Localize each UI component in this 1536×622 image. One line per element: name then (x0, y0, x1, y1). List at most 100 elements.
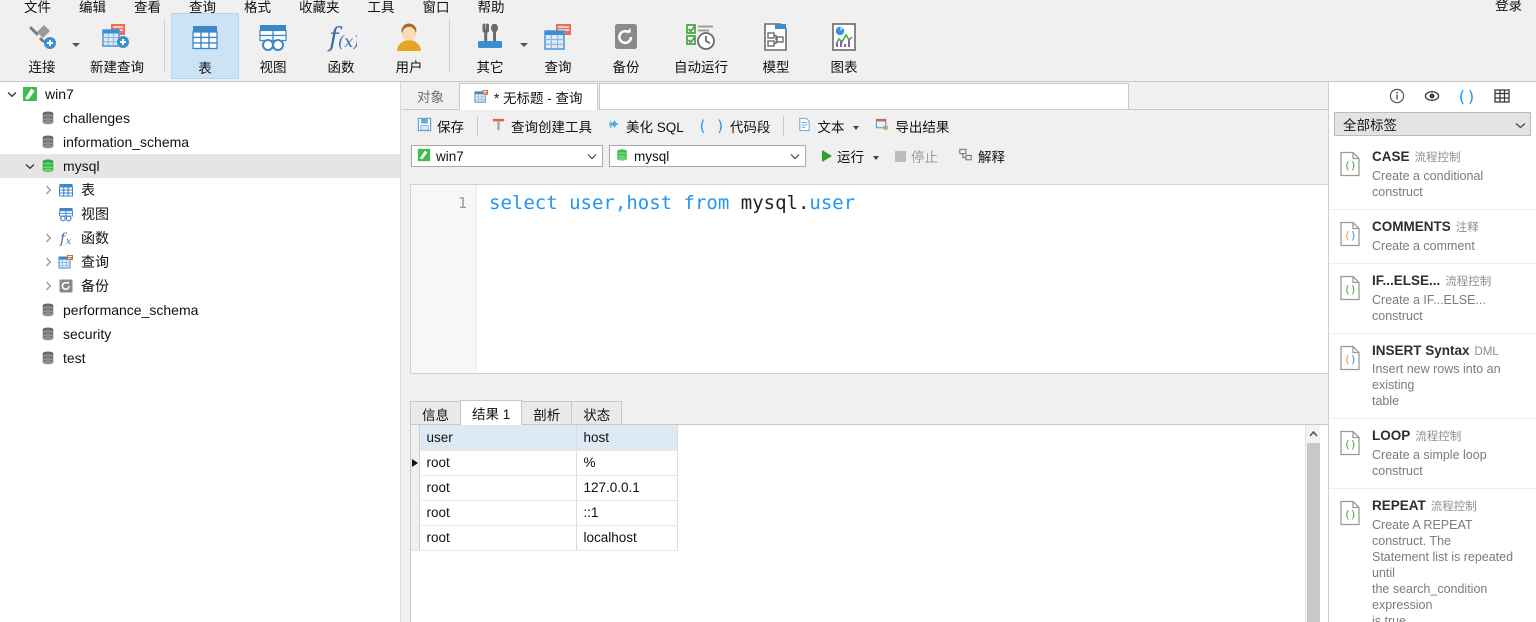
tree-item-performance_schema[interactable]: performance_schema (0, 298, 400, 322)
snippet-item-COMMENTS[interactable]: () COMMENTS 注释 Create a comment (1329, 210, 1536, 264)
row-marker[interactable] (411, 475, 420, 501)
snippet-filter-select[interactable]: 全部标签 (1334, 112, 1531, 136)
scrollbar-thumb[interactable] (1307, 443, 1320, 622)
explain-button[interactable]: 解释 (954, 144, 1009, 168)
menu-item-4[interactable]: 格式 (230, 0, 285, 13)
text-mode-button[interactable]: 文本 (790, 113, 868, 139)
snippet-item-INSERT Syntax[interactable]: () INSERT Syntax DML Insert new rows into a… (1329, 334, 1536, 419)
column-header-host[interactable]: host (576, 425, 678, 451)
snippet-list[interactable]: () CASE 流程控制 Create a conditional construct… (1329, 140, 1536, 622)
chevron-down-icon[interactable] (1515, 117, 1526, 132)
toolbar-button-视图[interactable]: 视图 (239, 13, 307, 79)
tree-item-视图[interactable]: 视图 (0, 202, 400, 226)
row-marker[interactable] (411, 450, 420, 476)
result-tab-结果 1[interactable]: 结果 1 (460, 400, 523, 425)
toolbar-button-图表[interactable]: 图表 (810, 13, 878, 79)
chevron-down-icon[interactable] (4, 82, 20, 106)
tree-item-challenges[interactable]: challenges (0, 106, 400, 130)
sql-editor[interactable]: 1 select user,host from mysql.user (410, 184, 1328, 374)
sql-code-line[interactable]: select user,host from mysql.user (489, 189, 855, 217)
chevron-down-icon[interactable] (853, 125, 860, 130)
query-builder-button[interactable]: 查询创建工具 (484, 113, 599, 139)
tree-item-information_schema[interactable]: information_schema (0, 130, 400, 154)
column-header-user[interactable]: user (419, 425, 577, 451)
chevron-down-icon[interactable] (873, 155, 879, 160)
tree-item-备份[interactable]: 备份 (0, 274, 400, 298)
toolbar-button-模型[interactable]: 模型 (742, 13, 810, 79)
table-row[interactable]: root 127.0.0.1 (411, 475, 678, 501)
menu-item-0[interactable]: 文件 (10, 0, 65, 13)
menu-item-5[interactable]: 收藏夹 (285, 0, 354, 13)
result-vertical-scrollbar[interactable] (1305, 425, 1320, 622)
export-result-button[interactable]: 导出结果 (868, 113, 956, 139)
toolbar-button-备份[interactable]: 备份 (592, 13, 660, 79)
object-tree[interactable]: win7 challenges information_schema mysql 表视图… (0, 82, 400, 622)
row-marker[interactable] (411, 525, 420, 551)
result-tab-状态[interactable]: 状态 (571, 401, 623, 425)
tree-item-security[interactable]: security (0, 322, 400, 346)
toolbar-button-新建查询[interactable]: 新建查询 (76, 13, 158, 79)
menu-item-6[interactable]: 工具 (354, 0, 409, 13)
chevron-down-icon[interactable] (22, 154, 38, 178)
toolbar-button-表[interactable]: 表 (171, 13, 239, 79)
tree-item-查询[interactable]: 查询 (0, 250, 400, 274)
code-snippet-icon[interactable]: () (1457, 87, 1476, 106)
table-row[interactable]: root% (411, 450, 678, 476)
toolbar-button-用户[interactable]: 用户 (375, 13, 443, 79)
chevron-right-icon[interactable] (40, 250, 56, 274)
result-tab-剖析[interactable]: 剖析 (521, 401, 573, 425)
tree-item-函数[interactable]: f x 函数 (0, 226, 400, 250)
document-tab-1[interactable]: * 无标题 - 查询 (459, 83, 598, 110)
table-cell[interactable]: root (419, 525, 577, 551)
menu-item-8[interactable]: 帮助 (464, 0, 519, 13)
info-icon[interactable] (1388, 88, 1405, 105)
table-cell[interactable]: % (576, 450, 678, 476)
toolbar-button-连接[interactable]: 连接 (8, 13, 80, 79)
chevron-right-icon[interactable] (40, 178, 56, 202)
table-cell[interactable]: localhost (576, 525, 678, 551)
table-cell[interactable]: root (419, 500, 577, 526)
code-snippet-button[interactable]: ( ) 代码段 (691, 113, 778, 139)
left-pane-divider[interactable] (400, 82, 401, 622)
save-button[interactable]: 保存 (410, 113, 471, 139)
toolbar-button-自动运行[interactable]: 自动运行 (660, 13, 742, 79)
chevron-down-icon[interactable] (787, 153, 803, 160)
chevron-down-icon[interactable] (584, 153, 600, 160)
toolbar-button-查询[interactable]: 查询 (524, 13, 592, 79)
menu-item-7[interactable]: 窗口 (409, 0, 464, 13)
connection-select[interactable]: win7 (411, 145, 603, 167)
run-button[interactable]: 运行 (818, 144, 885, 168)
document-tab-0[interactable]: 对象 (402, 82, 459, 109)
eye-icon[interactable] (1423, 88, 1440, 105)
tree-item-test[interactable]: test (0, 346, 400, 370)
beautify-sql-button[interactable]: 美化 SQL (599, 113, 691, 139)
chevron-right-icon[interactable] (40, 274, 56, 298)
table-row[interactable]: root localhost (411, 525, 678, 551)
snippet-item-IF...ELSE...[interactable]: () IF...ELSE... 流程控制 Create a IF...ELSE... … (1329, 264, 1536, 334)
menu-item-3[interactable]: 查询 (175, 0, 230, 13)
login-menu-item[interactable]: 登录 (1495, 0, 1522, 13)
table-row[interactable]: root::1 (411, 500, 678, 526)
row-marker[interactable] (411, 500, 420, 526)
toolbar-button-函数[interactable]: f(x) 函数 (307, 13, 375, 79)
result-grid[interactable]: user host root% root 127.0.0.1 root::1 root loc… (410, 425, 1328, 622)
table-cell[interactable]: 127.0.0.1 (576, 475, 678, 501)
table-cell[interactable]: ::1 (576, 500, 678, 526)
result-tab-信息[interactable]: 信息 (410, 401, 461, 425)
table-cell[interactable]: root (419, 450, 577, 476)
database-select[interactable]: mysql (609, 145, 806, 167)
menu-item-1[interactable]: 编辑 (65, 0, 120, 13)
snippet-item-REPEAT[interactable]: () REPEAT 流程控制 Create A REPEAT construct. T… (1329, 489, 1536, 622)
scroll-up-icon[interactable] (1306, 425, 1320, 442)
toolbar-button-其它[interactable]: 其它 (456, 13, 528, 79)
chevron-right-icon[interactable] (40, 226, 56, 250)
table-cell[interactable]: root (419, 475, 577, 501)
snippet-item-LOOP[interactable]: () LOOP 流程控制 Create a simple loop construct (1329, 419, 1536, 489)
tree-item-mysql[interactable]: mysql (0, 154, 400, 178)
grid-icon[interactable] (1493, 88, 1510, 105)
tree-item-表[interactable]: 表 (0, 178, 400, 202)
snippet-description: Create a conditional construct (1372, 169, 1487, 199)
snippet-item-CASE[interactable]: () CASE 流程控制 Create a conditional construct (1329, 140, 1536, 210)
menu-item-2[interactable]: 查看 (120, 0, 175, 13)
tree-item-win7[interactable]: win7 (0, 82, 400, 106)
